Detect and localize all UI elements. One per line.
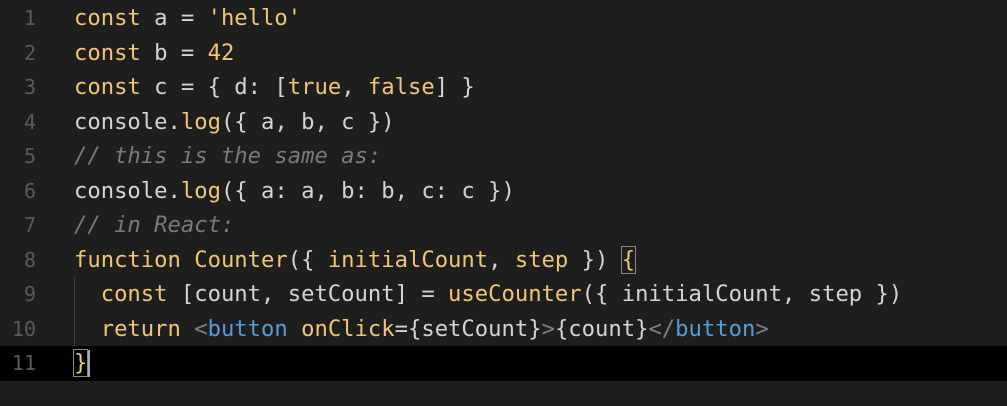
line-number: 11 — [11, 351, 36, 375]
code-token: onClick — [301, 315, 395, 342]
code-text: // in React: — [74, 208, 234, 243]
code-token: log — [180, 177, 221, 204]
line-number: 1 — [23, 6, 36, 30]
code-token: ({ — [287, 246, 328, 273]
line-number: 7 — [23, 213, 36, 237]
line-number: 4 — [23, 109, 36, 134]
code-token: function — [74, 246, 181, 273]
code-token: step — [514, 246, 569, 273]
code-text: const b = 42 — [74, 36, 234, 71]
line-number: 9 — [23, 282, 36, 306]
code-token: console. — [74, 108, 181, 135]
code-token: const — [74, 39, 141, 66]
code-text: const [count, setCount] = useCounter({ i… — [74, 277, 903, 312]
code-token: a = — [140, 5, 208, 31]
code-line[interactable]: 11} — [0, 346, 1007, 381]
code-token: > — [541, 315, 555, 342]
code-line[interactable]: 5 // this is the same as: — [0, 139, 1007, 174]
code-text: const a = 'hello' — [74, 1, 301, 36]
code-token: c = { d: [ — [140, 74, 288, 100]
code-token: [count, setCount] = — [167, 281, 449, 307]
code-token: } — [72, 349, 89, 377]
code-token: button — [675, 315, 756, 342]
code-line[interactable]: 6 console.log({ a: a, b: b, c: c }) — [0, 174, 1007, 209]
code-token: console. — [74, 177, 181, 204]
code-token: ({ a, b, c }) — [220, 108, 395, 135]
code-token: b = — [140, 39, 208, 66]
code-token: // this is the same as: — [74, 143, 382, 169]
indent-guide — [74, 277, 75, 346]
line-number: 8 — [23, 247, 36, 272]
line-number: 2 — [23, 40, 36, 65]
code-token: 'hello' — [207, 5, 302, 31]
code-token: }) — [568, 246, 622, 273]
code-text: } — [72, 346, 89, 381]
code-line[interactable]: 2 const b = 42 — [0, 36, 1007, 71]
code-token: button — [207, 315, 288, 342]
code-token: const — [74, 5, 141, 31]
code-text: console.log({ a: a, b: b, c: c }) — [74, 174, 515, 209]
code-token: < — [194, 315, 208, 342]
code-token: 42 — [207, 39, 235, 66]
code-token: false — [367, 74, 435, 100]
code-token: // in React: — [74, 212, 235, 238]
code-text: const c = { d: [true, false] } — [74, 70, 475, 105]
code-token: ({ initialCount, step }) — [581, 281, 903, 307]
code-token: , — [488, 246, 515, 273]
line-number: 6 — [23, 178, 36, 203]
code-text: function Counter({ initialCount, step })… — [74, 243, 637, 278]
code-token: true — [287, 74, 342, 100]
text-cursor — [88, 350, 90, 377]
code-token: log — [180, 108, 221, 135]
code-token: initialCount — [327, 246, 489, 273]
code-token: ={setCount} — [394, 315, 542, 342]
code-token: , — [341, 74, 368, 100]
code-token: ] } — [434, 74, 475, 100]
code-text: console.log({ a, b, c }) — [74, 105, 395, 140]
code-token: ({ a: a, b: b, c: c }) — [220, 177, 515, 204]
code-line[interactable]: 4 console.log({ a, b, c }) — [0, 105, 1007, 140]
code-token: { — [620, 245, 637, 274]
code-text: return <button onClick={setCount}>{count… — [74, 312, 769, 347]
code-editor[interactable]: 1 const a = 'hello' 2 const b = 42 3 const c … — [0, 0, 1007, 406]
code-line[interactable]: 10 return <button onClick={setCount}>{co… — [0, 312, 1007, 347]
line-number: 10 — [11, 316, 36, 341]
code-token: const — [74, 74, 141, 100]
code-text: // this is the same as: — [74, 139, 381, 174]
line-number: 3 — [23, 75, 36, 99]
code-token: useCounter — [448, 281, 582, 307]
code-token: return — [100, 315, 181, 342]
code-line[interactable]: 8 function Counter({ initialCount, step }… — [0, 243, 1007, 278]
code-line[interactable]: 3 const c = { d: [true, false] } — [0, 70, 1007, 105]
code-line[interactable]: 9 const [count, setCount] = useCounter({… — [0, 277, 1007, 312]
code-token: const — [100, 281, 168, 307]
code-line[interactable]: 7 // in React: — [0, 208, 1007, 243]
code-token: > — [755, 315, 769, 342]
code-line[interactable]: 1 const a = 'hello' — [0, 1, 1007, 36]
line-number: 5 — [23, 144, 36, 168]
code-token: {count} — [554, 315, 649, 342]
code-token: Counter — [194, 246, 288, 273]
code-token: </ — [648, 315, 676, 342]
